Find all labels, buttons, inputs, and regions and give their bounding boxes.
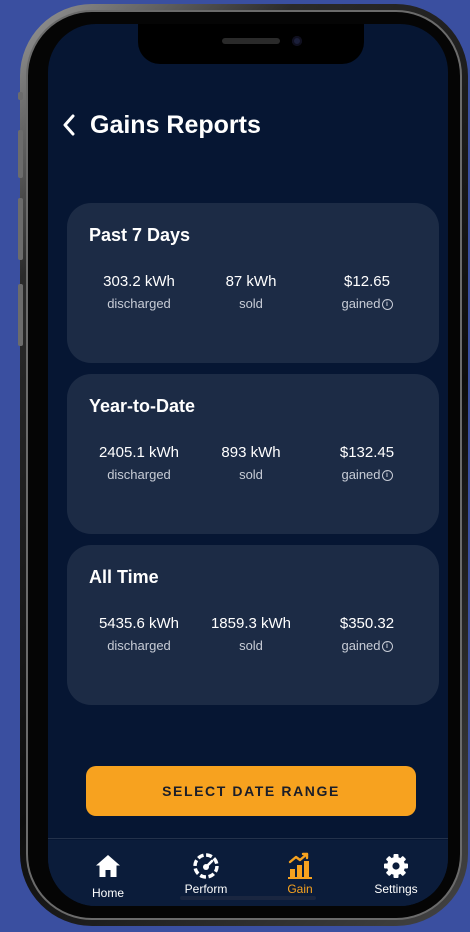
- stat-value: $350.32: [339, 615, 395, 632]
- home-icon: [96, 855, 120, 877]
- stat-label: discharged: [107, 467, 171, 482]
- volume-down-button: [18, 198, 23, 260]
- side-button: [18, 284, 23, 346]
- stat-value: 1859.3 kWh: [210, 615, 292, 632]
- stat-value: 2405.1 kWh: [98, 444, 180, 461]
- tab-label: Gain: [287, 882, 313, 896]
- tab-label: Settings: [374, 882, 418, 896]
- speedometer-icon: [193, 853, 219, 879]
- stat-value: 893 kWh: [221, 444, 281, 461]
- back-chevron-icon[interactable]: [52, 108, 86, 142]
- stat-discharged: 5435.6 kWh discharged: [79, 615, 199, 653]
- stat-label: gained: [341, 296, 381, 311]
- info-icon[interactable]: i: [381, 641, 393, 652]
- tab-home[interactable]: Home: [68, 852, 148, 900]
- page-header: Gains Reports: [48, 108, 448, 142]
- stat-value: 5435.6 kWh: [98, 615, 180, 632]
- front-camera: [292, 36, 302, 46]
- stat-value: 87 kWh: [225, 273, 277, 290]
- home-indicator: [180, 896, 316, 900]
- card-title: Past 7 Days: [89, 225, 191, 245]
- tabbar-divider: [48, 838, 448, 839]
- stat-label: sold: [239, 467, 263, 482]
- stat-label: sold: [239, 638, 263, 653]
- stat-gained: $132.45 gained i: [307, 444, 427, 482]
- tab-settings[interactable]: Settings: [356, 852, 436, 896]
- stat-value: $132.45: [339, 444, 395, 461]
- select-date-range-button[interactable]: SELECT DATE RANGE: [86, 766, 416, 816]
- stat-label-wrap: gained i: [307, 638, 427, 653]
- stat-discharged: 2405.1 kWh discharged: [79, 444, 199, 482]
- stat-gained: $350.32 gained i: [307, 615, 427, 653]
- info-icon[interactable]: i: [381, 470, 393, 481]
- tab-perform[interactable]: Perform: [166, 852, 246, 896]
- gear-icon: [384, 854, 408, 878]
- stat-label: gained: [341, 638, 381, 653]
- tab-label: Perform: [184, 882, 228, 896]
- summary-card-all-time: All Time 5435.6 kWh discharged 1859.3 kW…: [67, 545, 439, 705]
- bar-chart-icon: [288, 852, 312, 879]
- stat-label: sold: [239, 296, 263, 311]
- stage: Gains Reports Past 7 Days 303.2 kWh disc…: [0, 0, 470, 932]
- stat-sold: 87 kWh sold: [191, 273, 311, 311]
- stat-gained: $12.65 gained i: [307, 273, 427, 311]
- stat-value: 303.2 kWh: [103, 273, 175, 290]
- info-icon[interactable]: i: [381, 299, 393, 310]
- tab-label: Home: [91, 886, 124, 900]
- stat-sold: 1859.3 kWh sold: [191, 615, 311, 653]
- stat-value: $12.65: [344, 273, 390, 290]
- tab-gain[interactable]: Gain: [260, 852, 340, 896]
- notch: [138, 24, 364, 64]
- stat-label: discharged: [107, 638, 171, 653]
- card-title: Year-to-Date: [89, 396, 196, 416]
- page-title: Gains Reports: [90, 110, 261, 139]
- app-screen: Gains Reports Past 7 Days 303.2 kWh disc…: [48, 24, 448, 906]
- summary-card-past-7-days: Past 7 Days 303.2 kWh discharged 87 kWh …: [67, 203, 439, 363]
- stat-sold: 893 kWh sold: [191, 444, 311, 482]
- stat-label: gained: [341, 467, 381, 482]
- stat-discharged: 303.2 kWh discharged: [79, 273, 199, 311]
- earpiece-speaker: [222, 38, 280, 44]
- stat-label-wrap: gained i: [307, 296, 427, 311]
- mute-switch: [18, 92, 23, 100]
- summary-card-year-to-date: Year-to-Date 2405.1 kWh discharged 893 k…: [67, 374, 439, 534]
- stat-label-wrap: gained i: [307, 467, 427, 482]
- stat-label: discharged: [107, 296, 171, 311]
- volume-up-button: [18, 130, 23, 178]
- card-title: All Time: [89, 567, 159, 587]
